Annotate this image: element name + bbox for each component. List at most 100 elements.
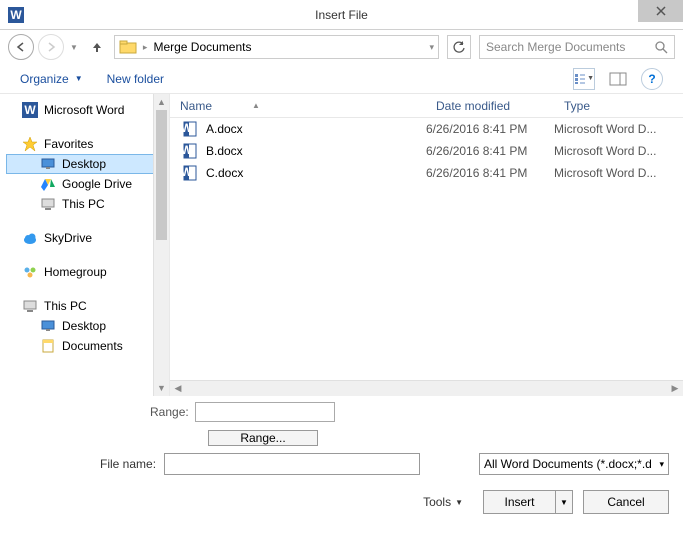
insert-dropdown-button[interactable]: ▼ (555, 490, 573, 514)
word-icon: W (22, 102, 38, 118)
chevron-down-icon: ▼ (75, 74, 83, 83)
scroll-thumb[interactable] (156, 110, 167, 240)
desktop-icon (40, 156, 56, 172)
window-title: Insert File (0, 8, 683, 22)
scroll-right-icon[interactable]: ▶ (667, 381, 683, 396)
filename-input[interactable] (164, 453, 420, 475)
sort-indicator-icon: ▲ (252, 101, 260, 110)
range-button[interactable]: Range... (208, 430, 318, 446)
word-app-icon: W (6, 5, 26, 25)
pc-icon (40, 196, 56, 212)
scroll-down-icon[interactable]: ▼ (154, 380, 169, 396)
view-options-button[interactable]: ▼ (573, 68, 595, 90)
range-section: Range: Range... (0, 396, 683, 446)
breadcrumb-sep-icon: ▸ (143, 42, 148, 53)
column-date[interactable]: Date modified (426, 99, 554, 113)
insert-button[interactable]: Insert (483, 490, 555, 514)
range-label: Range: (150, 405, 189, 419)
worddoc-icon: W (182, 143, 198, 159)
file-type: Microsoft Word D... (554, 144, 683, 158)
back-button[interactable] (8, 34, 34, 60)
tree-item-label: Homegroup (44, 265, 107, 279)
file-name: C.docx (206, 166, 243, 180)
tree-item-skydrive[interactable]: SkyDrive (6, 228, 169, 248)
pc-icon (22, 298, 38, 314)
address-bar[interactable]: ▸ Merge Documents ▾ (114, 35, 439, 59)
preview-pane-button[interactable] (607, 68, 629, 90)
filename-section: File name: All Word Documents (*.docx;*.… (0, 446, 683, 482)
docs-icon (40, 338, 56, 354)
file-horizontal-scrollbar[interactable]: ◀ ▶ (170, 380, 683, 396)
svg-text:W: W (10, 8, 22, 22)
svg-text:W: W (182, 143, 193, 157)
desktop-icon (40, 318, 56, 334)
column-type[interactable]: Type (554, 99, 683, 113)
cloud-icon (22, 230, 38, 246)
history-dropdown-icon[interactable]: ▼ (68, 43, 80, 52)
tree-item-desktop[interactable]: Desktop (6, 154, 169, 174)
nav-tree: W Microsoft Word Favorites Desktop Google Dr… (0, 94, 170, 396)
tree-item-favorites[interactable]: Favorites (6, 134, 169, 154)
range-input[interactable] (195, 402, 335, 422)
filename-label: File name: (100, 457, 156, 471)
file-type-filter[interactable]: All Word Documents (*.docx;*.d ▾ (479, 453, 669, 475)
scroll-left-icon[interactable]: ◀ (170, 381, 186, 396)
chevron-down-icon: ▾ (659, 459, 664, 470)
organize-menu[interactable]: Organize ▼ (20, 72, 83, 86)
tree-item-label: Google Drive (62, 177, 132, 191)
tree-item-label: This PC (62, 197, 105, 211)
tree-item-desktop[interactable]: Desktop (6, 316, 169, 336)
tree-item-microsoft-word[interactable]: W Microsoft Word (6, 100, 169, 120)
star-icon (22, 136, 38, 152)
chevron-down-icon: ▼ (455, 498, 463, 507)
toolbar: Organize ▼ New folder ▼ ? (0, 64, 683, 94)
file-row[interactable]: WB.docx6/26/2016 8:41 PMMicrosoft Word D… (170, 140, 683, 162)
worddoc-icon: W (182, 165, 198, 181)
tree-item-label: SkyDrive (44, 231, 92, 245)
tree-item-label: Desktop (62, 319, 106, 333)
dialog-buttons: Tools ▼ Insert ▼ Cancel (0, 482, 683, 522)
svg-text:W: W (24, 103, 36, 117)
help-button[interactable]: ? (641, 68, 663, 90)
file-name: B.docx (206, 144, 243, 158)
breadcrumb[interactable]: Merge Documents (153, 40, 251, 54)
tree-item-label: Microsoft Word (44, 103, 124, 117)
close-button[interactable] (638, 0, 683, 22)
search-input[interactable]: Search Merge Documents (479, 35, 675, 59)
svg-text:W: W (182, 121, 193, 135)
homegroup-icon (22, 264, 38, 280)
tree-item-homegroup[interactable]: Homegroup (6, 262, 169, 282)
file-date: 6/26/2016 8:41 PM (426, 122, 554, 136)
file-row[interactable]: W A.docx 6/26/2016 8:41 PMMicrosoft Word D… (170, 118, 683, 140)
folder-icon (119, 39, 137, 55)
sidebar-scrollbar[interactable]: ▲ ▼ (153, 94, 169, 396)
file-date: 6/26/2016 8:41 PM (426, 166, 554, 180)
file-row[interactable]: W C.docx 6/26/2016 8:41 PMMicrosoft Word D… (170, 162, 683, 184)
tools-menu[interactable]: Tools ▼ (423, 495, 463, 509)
file-name: A.docx (206, 122, 243, 136)
tree-item-label: Favorites (44, 137, 93, 151)
file-type: Microsoft Word D... (554, 166, 683, 180)
tree-item-documents[interactable]: Documents (6, 336, 169, 356)
column-headers: Name▲ Date modified Type (170, 94, 683, 118)
file-pane: Name▲ Date modified Type W A.docx 6/26/201… (170, 94, 683, 396)
new-folder-button[interactable]: New folder (107, 72, 164, 86)
tree-item-this-pc[interactable]: This PC (6, 296, 169, 316)
tree-item-this-pc[interactable]: This PC (6, 194, 169, 214)
column-name[interactable]: Name▲ (170, 99, 426, 113)
svg-text:W: W (182, 165, 193, 179)
refresh-button[interactable] (447, 35, 471, 59)
nav-bar: ▼ ▸ Merge Documents ▾ Search Merge Docum… (0, 30, 683, 64)
up-button[interactable] (84, 40, 110, 54)
search-placeholder: Search Merge Documents (486, 40, 625, 54)
tree-item-label: This PC (44, 299, 87, 313)
cancel-button[interactable]: Cancel (583, 490, 669, 514)
file-type: Microsoft Word D... (554, 122, 683, 136)
scroll-up-icon[interactable]: ▲ (154, 94, 169, 110)
tree-item-label: Documents (62, 339, 123, 353)
address-dropdown-icon[interactable]: ▾ (429, 42, 434, 53)
forward-button[interactable] (38, 34, 64, 60)
gdrive-icon (40, 176, 56, 192)
title-bar: W Insert File (0, 0, 683, 30)
tree-item-google-drive[interactable]: Google Drive (6, 174, 169, 194)
